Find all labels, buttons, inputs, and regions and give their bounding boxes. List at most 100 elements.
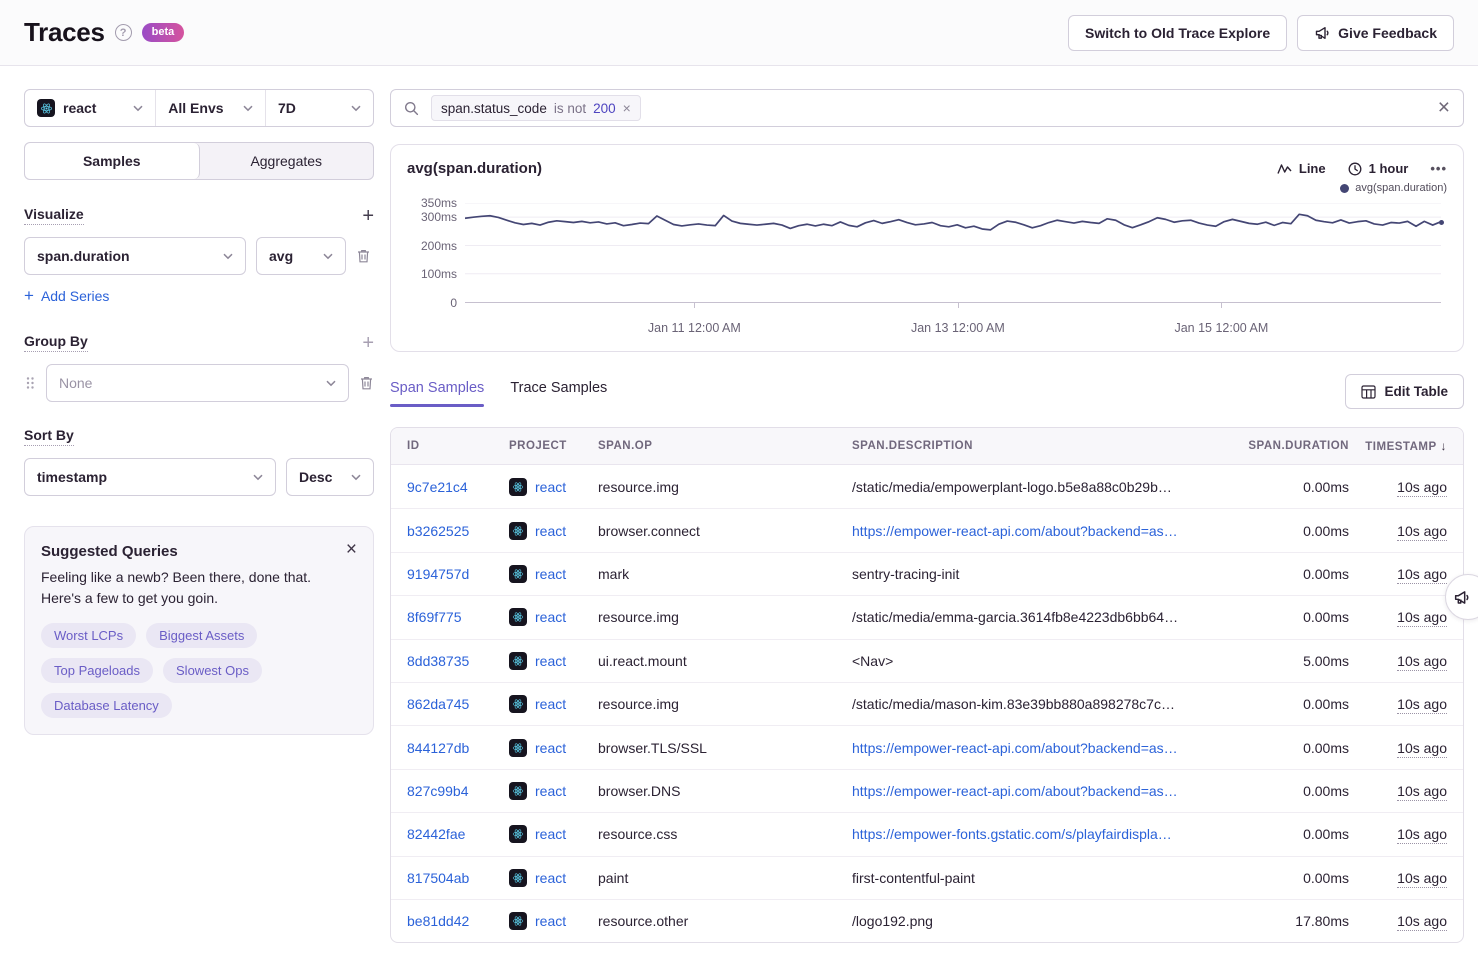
timestamp[interactable]: 10s ago bbox=[1397, 826, 1447, 844]
table-row: 8dd38735reactui.react.mount<Nav>5.00ms10… bbox=[391, 639, 1463, 682]
table-body: 9c7e21c4reactresource.img/static/media/e… bbox=[391, 465, 1463, 942]
switch-old-explore-button[interactable]: Switch to Old Trace Explore bbox=[1068, 15, 1287, 51]
filter-token-key: span.status_code bbox=[441, 101, 547, 116]
span-id-link[interactable]: 844127db bbox=[407, 740, 509, 756]
x-axis-tick bbox=[1221, 303, 1222, 308]
span-duration: 0.00ms bbox=[1219, 479, 1349, 495]
span-description[interactable]: https://empower-react-api.com/about?back… bbox=[852, 740, 1219, 756]
chart-overflow-menu-icon[interactable]: ••• bbox=[1430, 161, 1447, 176]
column-header[interactable]: SPAN.DURATION bbox=[1219, 440, 1349, 452]
help-icon[interactable]: ? bbox=[115, 24, 132, 41]
chart-type-button[interactable]: Line bbox=[1277, 161, 1326, 176]
table-row: b3262525reactbrowser.connecthttps://empo… bbox=[391, 508, 1463, 551]
project-link[interactable]: react bbox=[535, 653, 566, 669]
timestamp[interactable]: 10s ago bbox=[1397, 609, 1447, 627]
react-project-icon bbox=[509, 782, 527, 800]
column-header[interactable]: TIMESTAMP ↓ bbox=[1349, 439, 1447, 453]
react-project-icon bbox=[509, 608, 527, 626]
chart-title: avg(span.duration) bbox=[407, 160, 542, 177]
project-cell: react bbox=[509, 608, 598, 626]
date-range-selector[interactable]: 7D bbox=[265, 90, 373, 126]
span-description[interactable]: https://empower-react-api.com/about?back… bbox=[852, 523, 1219, 539]
remove-token-icon[interactable]: × bbox=[623, 100, 631, 116]
sort-direction-select[interactable]: Desc bbox=[286, 458, 374, 496]
visualize-aggregate-select[interactable]: avg bbox=[256, 237, 346, 275]
environment-selector[interactable]: All Envs bbox=[155, 90, 265, 126]
react-project-icon bbox=[509, 869, 527, 887]
timestamp[interactable]: 10s ago bbox=[1397, 653, 1447, 671]
project-cell: react bbox=[509, 825, 598, 843]
timestamp[interactable]: 10s ago bbox=[1397, 479, 1447, 497]
delete-series-icon[interactable] bbox=[356, 248, 371, 264]
tab-span-samples[interactable]: Span Samples bbox=[390, 380, 484, 407]
add-series-button[interactable]: + Add Series bbox=[24, 288, 374, 304]
span-id-link[interactable]: 9c7e21c4 bbox=[407, 479, 509, 495]
suggested-query-chip[interactable]: Biggest Assets bbox=[146, 623, 257, 648]
edit-table-button[interactable]: Edit Table bbox=[1345, 374, 1464, 409]
add-group-by-icon[interactable]: + bbox=[362, 336, 374, 350]
span-id-link[interactable]: 8dd38735 bbox=[407, 653, 509, 669]
span-id-link[interactable]: 9194757d bbox=[407, 566, 509, 582]
suggested-query-chip[interactable]: Worst LCPs bbox=[41, 623, 136, 648]
search-bar[interactable]: span.status_code is not 200 × × bbox=[390, 89, 1464, 127]
project-link[interactable]: react bbox=[535, 566, 566, 582]
project-link[interactable]: react bbox=[535, 913, 566, 929]
give-feedback-button[interactable]: Give Feedback bbox=[1297, 15, 1454, 51]
project-link[interactable]: react bbox=[535, 523, 566, 539]
project-cell: react bbox=[509, 695, 598, 713]
span-id-link[interactable]: 827c99b4 bbox=[407, 783, 509, 799]
timestamp[interactable]: 10s ago bbox=[1397, 783, 1447, 801]
group-by-select[interactable]: None bbox=[46, 364, 349, 402]
timestamp[interactable]: 10s ago bbox=[1397, 740, 1447, 758]
project-selector[interactable]: react bbox=[25, 90, 155, 126]
column-header[interactable]: SPAN.OP bbox=[598, 440, 852, 452]
delete-group-by-icon[interactable] bbox=[359, 375, 374, 391]
add-series-label: Add Series bbox=[41, 288, 109, 304]
project-link[interactable]: react bbox=[535, 826, 566, 842]
project-link[interactable]: react bbox=[535, 696, 566, 712]
project-link[interactable]: react bbox=[535, 740, 566, 756]
chevron-down-icon bbox=[323, 253, 333, 260]
project-link[interactable]: react bbox=[535, 870, 566, 886]
visualize-field-select[interactable]: span.duration bbox=[24, 237, 246, 275]
timestamp[interactable]: 10s ago bbox=[1397, 566, 1447, 584]
clear-search-icon[interactable]: × bbox=[1438, 96, 1450, 120]
column-header[interactable]: SPAN.DESCRIPTION bbox=[852, 440, 1219, 452]
project-link[interactable]: react bbox=[535, 783, 566, 799]
suggested-query-chip[interactable]: Top Pageloads bbox=[41, 658, 153, 683]
chevron-down-icon bbox=[243, 105, 253, 112]
tab-trace-samples[interactable]: Trace Samples bbox=[510, 380, 607, 407]
column-header[interactable]: PROJECT bbox=[509, 440, 598, 452]
project-link[interactable]: react bbox=[535, 479, 566, 495]
span-id-link[interactable]: 817504ab bbox=[407, 870, 509, 886]
close-icon[interactable]: × bbox=[346, 543, 357, 557]
sort-field-select[interactable]: timestamp bbox=[24, 458, 276, 496]
tab-aggregates[interactable]: Aggregates bbox=[200, 143, 374, 179]
span-id-link[interactable]: 8f69f775 bbox=[407, 609, 509, 625]
suggested-query-chip[interactable]: Database Latency bbox=[41, 693, 172, 718]
give-feedback-label: Give Feedback bbox=[1338, 25, 1437, 41]
span-id-link[interactable]: 82442fae bbox=[407, 826, 509, 842]
chart-interval-button[interactable]: 1 hour bbox=[1348, 161, 1409, 176]
span-description[interactable]: https://empower-react-api.com/about?back… bbox=[852, 783, 1219, 799]
suggested-query-chip[interactable]: Slowest Ops bbox=[163, 658, 262, 683]
project-link[interactable]: react bbox=[535, 609, 566, 625]
drag-handle-icon[interactable] bbox=[24, 376, 36, 390]
timestamp[interactable]: 10s ago bbox=[1397, 913, 1447, 931]
filter-token[interactable]: span.status_code is not 200 × bbox=[431, 95, 641, 121]
timestamp[interactable]: 10s ago bbox=[1397, 523, 1447, 541]
tab-samples[interactable]: Samples bbox=[25, 143, 200, 179]
sort-direction-value: Desc bbox=[299, 469, 332, 485]
table-row: 9c7e21c4reactresource.img/static/media/e… bbox=[391, 465, 1463, 508]
span-description[interactable]: https://empower-fonts.gstatic.com/s/play… bbox=[852, 826, 1219, 842]
span-id-link[interactable]: b3262525 bbox=[407, 523, 509, 539]
add-visualize-icon[interactable]: + bbox=[362, 209, 374, 223]
chart-legend[interactable]: avg(span.duration) bbox=[407, 181, 1447, 195]
column-header[interactable]: ID bbox=[407, 440, 509, 452]
timestamp[interactable]: 10s ago bbox=[1397, 870, 1447, 888]
line-chart[interactable]: 0100ms200ms300ms350ms Jan 11 12:00 AMJan… bbox=[407, 195, 1447, 343]
suggested-queries-description: Feeling like a newb? Been there, done th… bbox=[41, 567, 341, 609]
span-id-link[interactable]: 862da745 bbox=[407, 696, 509, 712]
timestamp[interactable]: 10s ago bbox=[1397, 696, 1447, 714]
span-id-link[interactable]: be81dd42 bbox=[407, 913, 509, 929]
